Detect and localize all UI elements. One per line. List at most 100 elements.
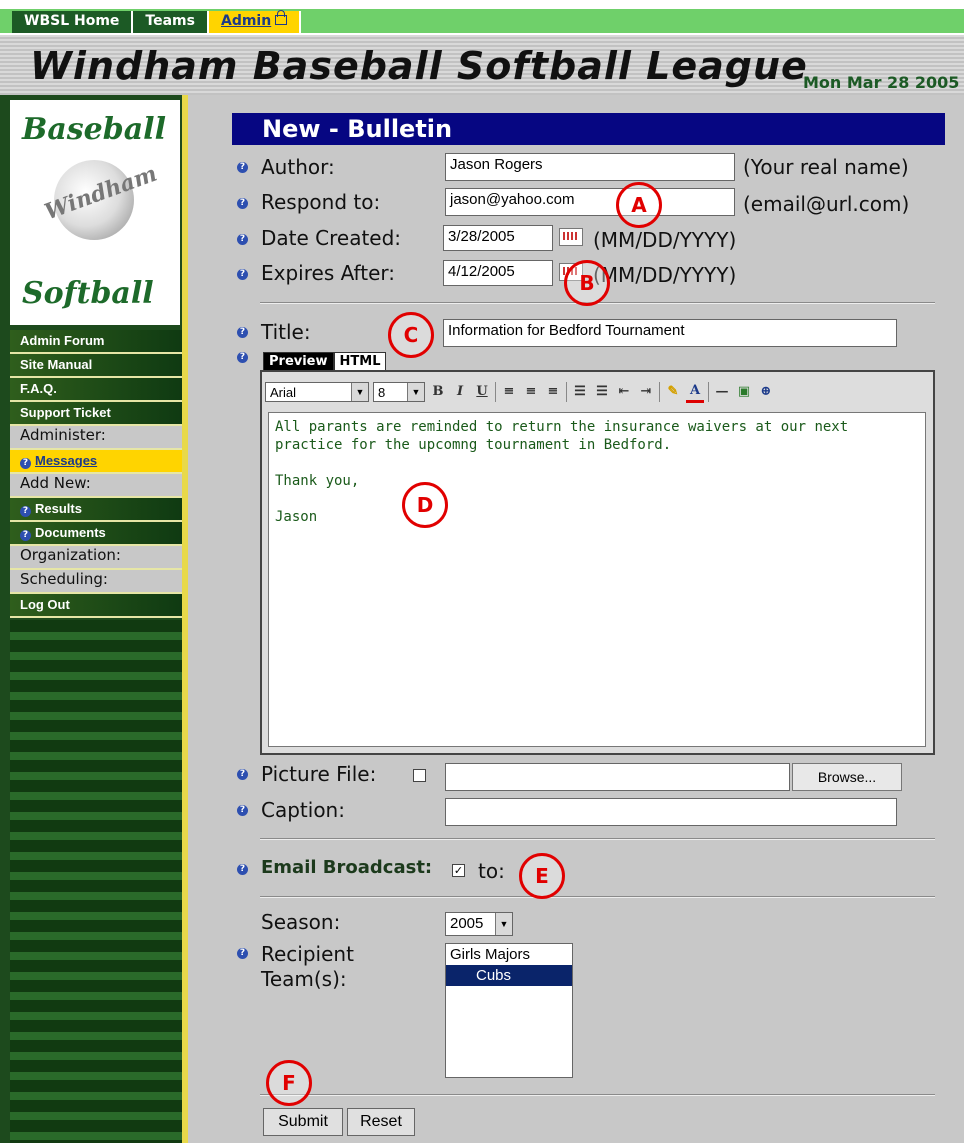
expires-after-input[interactable]: 4/12/2005 xyxy=(443,260,553,286)
align-right-icon[interactable]: ≡ xyxy=(544,383,562,401)
image-icon[interactable]: ▣ xyxy=(735,383,753,401)
sidebar-section-add-new: Add New: xyxy=(10,474,182,498)
title-label: Title: xyxy=(261,320,311,344)
outdent-icon[interactable]: ⇤ xyxy=(615,383,633,401)
toolbar-divider xyxy=(708,382,709,402)
highlight-icon[interactable]: ✎ xyxy=(664,383,682,401)
expires-after-label: Expires After: xyxy=(261,261,396,285)
date-created-label: Date Created: xyxy=(261,226,402,250)
title-input[interactable]: Information for Bedford Tournament xyxy=(443,319,897,347)
editor-toolbar: Arial ▼ 8 ▼ B I U ≡ ≡ ≡ ☰ ☰ ⇤ ⇥ ✎ A — ▣ ⊕ xyxy=(265,377,930,407)
recipient-team-list: Girls Majors Cubs xyxy=(445,943,573,1078)
sidebar-item-faq[interactable]: F.A.Q. xyxy=(10,378,182,402)
align-center-icon[interactable]: ≡ xyxy=(522,383,540,401)
list-item[interactable]: Cubs xyxy=(446,965,572,986)
date-created-hint: (MM/DD/YYYY) xyxy=(593,228,737,252)
calendar-icon[interactable] xyxy=(559,228,583,246)
sidebar-item-log-out[interactable]: Log Out xyxy=(10,594,182,618)
help-icon[interactable]: ? xyxy=(237,198,248,209)
annotation-e: E xyxy=(519,853,565,899)
sidebar-item-results[interactable]: ? Results xyxy=(10,498,182,522)
respond-to-label: Respond to: xyxy=(261,190,381,214)
separator xyxy=(260,838,935,840)
browse-button[interactable]: Browse... xyxy=(792,763,902,791)
picture-file-input[interactable] xyxy=(445,763,790,791)
help-icon: ? xyxy=(20,530,31,541)
author-label: Author: xyxy=(261,155,335,179)
ordered-list-icon[interactable]: ☰ xyxy=(571,383,589,401)
sidebar-item-documents[interactable]: ? Documents xyxy=(10,522,182,546)
picture-file-label: Picture File: xyxy=(261,762,377,786)
expires-after-hint: (MM/DD/YYYY) xyxy=(593,263,737,287)
italic-icon[interactable]: I xyxy=(451,383,469,401)
help-icon[interactable]: ? xyxy=(237,805,248,816)
reset-button[interactable]: Reset xyxy=(347,1108,415,1136)
toolbar-divider xyxy=(566,382,567,402)
editor-tabs: Preview HTML xyxy=(263,352,387,370)
horizontal-rule-icon[interactable]: — xyxy=(713,383,731,401)
sidebar-item-admin-forum[interactable]: Admin Forum xyxy=(10,330,182,354)
lock-icon xyxy=(275,10,288,25)
help-icon: ? xyxy=(20,458,31,469)
sidebar-section-scheduling: Scheduling: xyxy=(10,570,182,594)
season-select[interactable]: 2005 ▼ xyxy=(445,912,513,936)
help-icon[interactable]: ? xyxy=(237,948,248,959)
bold-icon[interactable]: B xyxy=(429,383,447,401)
help-icon: ? xyxy=(20,506,31,517)
logo-text-baseball: Baseball xyxy=(22,112,166,147)
tab-html[interactable]: HTML xyxy=(333,352,387,370)
email-to-label: to: xyxy=(478,859,505,883)
annotation-c: C xyxy=(388,312,434,358)
font-size-select[interactable]: 8 ▼ xyxy=(373,382,425,402)
respond-to-input[interactable]: jason@yahoo.com xyxy=(445,188,735,216)
toolbar-divider xyxy=(659,382,660,402)
sidebar-section-administer: Administer: xyxy=(10,426,182,450)
help-icon[interactable]: ? xyxy=(237,352,248,363)
tab-preview[interactable]: Preview xyxy=(263,352,334,370)
author-input[interactable]: Jason Rogers xyxy=(445,153,735,181)
help-icon[interactable]: ? xyxy=(237,269,248,280)
indent-icon[interactable]: ⇥ xyxy=(637,383,655,401)
picture-file-checkbox[interactable] xyxy=(413,769,426,782)
tab-teams[interactable]: Teams xyxy=(133,11,209,33)
logo-text-softball: Softball xyxy=(22,276,154,311)
annotation-f: F xyxy=(266,1060,312,1106)
help-icon[interactable]: ? xyxy=(237,327,248,338)
caption-input[interactable] xyxy=(445,798,897,826)
email-broadcast-label: Email Broadcast: xyxy=(261,857,433,878)
chevron-down-icon: ▼ xyxy=(351,383,368,401)
chevron-down-icon: ▼ xyxy=(407,383,424,401)
site-title: Windham Baseball Softball League xyxy=(30,44,808,88)
font-select[interactable]: Arial ▼ xyxy=(265,382,369,402)
respond-to-hint: (email@url.com) xyxy=(743,192,910,216)
font-color-icon[interactable]: A xyxy=(686,382,704,403)
annotation-d: D xyxy=(402,482,448,528)
list-item[interactable]: Girls Majors xyxy=(446,944,572,965)
recipient-label-2: Team(s): xyxy=(261,967,347,991)
sidebar-item-messages[interactable]: ? Messages xyxy=(10,450,182,474)
email-broadcast-checkbox[interactable]: ✓ xyxy=(452,864,465,877)
underline-icon[interactable]: U xyxy=(473,383,491,401)
link-icon[interactable]: ⊕ xyxy=(757,383,775,401)
help-icon[interactable]: ? xyxy=(237,769,248,780)
chevron-down-icon: ▼ xyxy=(495,913,512,935)
unordered-list-icon[interactable]: ☰ xyxy=(593,383,611,401)
toolbar-divider xyxy=(495,382,496,402)
sidebar-item-support-ticket[interactable]: Support Ticket xyxy=(10,402,182,426)
form-heading: New - Bulletin xyxy=(232,113,945,145)
date-created-input[interactable]: 3/28/2005 xyxy=(443,225,553,251)
annotation-a: A xyxy=(616,182,662,228)
submit-button[interactable]: Submit xyxy=(263,1108,343,1136)
align-left-icon[interactable]: ≡ xyxy=(500,383,518,401)
help-icon[interactable]: ? xyxy=(237,864,248,875)
help-icon[interactable]: ? xyxy=(237,234,248,245)
tab-wbsl-home[interactable]: WBSL Home xyxy=(12,11,134,33)
editor-body[interactable]: All parants are reminded to return the i… xyxy=(268,412,926,747)
top-nav: WBSL Home Teams Admin xyxy=(12,10,302,33)
sidebar-nav: Admin Forum Site Manual F.A.Q. Support T… xyxy=(10,330,182,618)
sidebar-section-organization: Organization: xyxy=(10,546,182,570)
recipient-label-1: Recipient xyxy=(261,942,354,966)
help-icon[interactable]: ? xyxy=(237,162,248,173)
sidebar-item-site-manual[interactable]: Site Manual xyxy=(10,354,182,378)
tab-admin[interactable]: Admin xyxy=(208,10,302,33)
